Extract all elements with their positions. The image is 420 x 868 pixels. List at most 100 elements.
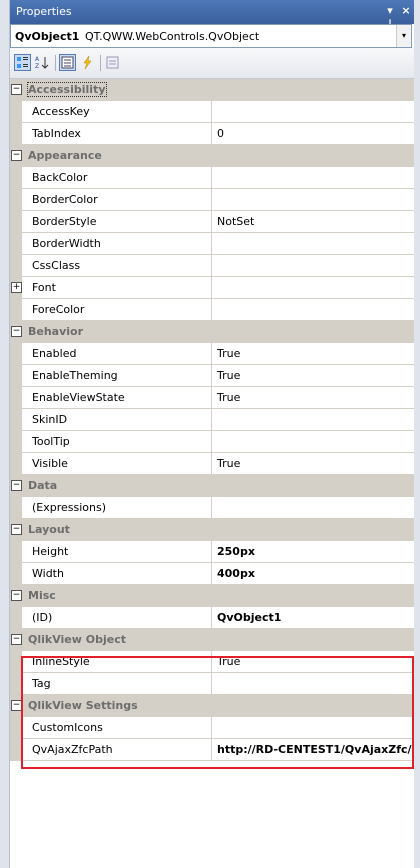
property-row[interactable]: EnableViewState True bbox=[10, 387, 414, 409]
property-row[interactable]: CssClass bbox=[10, 255, 414, 277]
title-bar: Properties ▾ ⊥ × bbox=[10, 0, 414, 30]
property-row[interactable]: ToolTip bbox=[10, 431, 414, 453]
property-value[interactable]: http://RD-CENTEST1/QvAjaxZfc/ bbox=[212, 739, 414, 761]
property-name: ToolTip bbox=[22, 431, 212, 453]
property-name: CustomIcons bbox=[22, 717, 212, 739]
toolbar-separator bbox=[100, 55, 101, 71]
collapse-icon[interactable]: − bbox=[11, 634, 22, 645]
category-label: Appearance bbox=[28, 149, 102, 162]
property-row[interactable]: (ID) QvObject1 bbox=[10, 607, 414, 629]
property-grid: − Accessibility AccessKey TabIndex 0 − Ap… bbox=[10, 79, 414, 761]
property-row[interactable]: Visible True bbox=[10, 453, 414, 475]
property-value[interactable] bbox=[212, 717, 414, 739]
property-row[interactable]: Width 400px bbox=[10, 563, 414, 585]
property-name: QvAjaxZfcPath bbox=[22, 739, 212, 761]
property-value[interactable]: True bbox=[212, 387, 414, 409]
category-behavior[interactable]: − Behavior bbox=[10, 321, 414, 343]
property-name: Enabled bbox=[22, 343, 212, 365]
property-row[interactable]: BorderStyle NotSet bbox=[10, 211, 414, 233]
property-name: BorderStyle bbox=[22, 211, 212, 233]
property-row[interactable]: Enabled True bbox=[10, 343, 414, 365]
expand-icon[interactable]: + bbox=[11, 282, 22, 293]
property-name: Width bbox=[22, 563, 212, 585]
property-value[interactable]: True bbox=[212, 343, 414, 365]
property-row[interactable]: Height 250px bbox=[10, 541, 414, 563]
property-value[interactable] bbox=[212, 673, 414, 695]
category-qlikview-object[interactable]: − QlikView Object bbox=[10, 629, 414, 651]
property-value[interactable] bbox=[212, 409, 414, 431]
svg-text:Z: Z bbox=[35, 63, 39, 70]
property-name: InlineStyle bbox=[22, 651, 212, 673]
left-frame bbox=[0, 0, 10, 868]
property-value[interactable]: True bbox=[212, 453, 414, 475]
events-icon[interactable] bbox=[79, 54, 96, 71]
category-label: Accessibility bbox=[27, 82, 107, 97]
collapse-icon[interactable]: − bbox=[11, 700, 22, 711]
category-label: Layout bbox=[28, 523, 70, 536]
property-row[interactable]: AccessKey bbox=[10, 101, 414, 123]
property-name: Font bbox=[22, 277, 212, 299]
svg-text:A: A bbox=[35, 56, 40, 63]
property-value[interactable] bbox=[212, 233, 414, 255]
property-value[interactable] bbox=[212, 255, 414, 277]
category-qlikview-settings[interactable]: − QlikView Settings bbox=[10, 695, 414, 717]
category-misc[interactable]: − Misc bbox=[10, 585, 414, 607]
property-value[interactable] bbox=[212, 431, 414, 453]
collapse-icon[interactable]: − bbox=[11, 590, 22, 601]
window-title: Properties bbox=[16, 5, 72, 18]
toolbar: AZ bbox=[10, 48, 414, 79]
property-pages-icon[interactable] bbox=[104, 54, 121, 71]
categorized-icon[interactable] bbox=[14, 54, 31, 71]
property-name: (ID) bbox=[22, 607, 212, 629]
property-value[interactable]: True bbox=[212, 651, 414, 673]
category-label: Behavior bbox=[28, 325, 84, 338]
properties-icon[interactable] bbox=[59, 54, 76, 71]
property-name: Height bbox=[22, 541, 212, 563]
property-row[interactable]: BorderColor bbox=[10, 189, 414, 211]
property-value[interactable] bbox=[212, 189, 414, 211]
category-label: Data bbox=[28, 479, 58, 492]
alphabetical-icon[interactable]: AZ bbox=[34, 54, 51, 71]
property-row[interactable]: CustomIcons bbox=[10, 717, 414, 739]
property-name: BorderWidth bbox=[22, 233, 212, 255]
category-layout[interactable]: − Layout bbox=[10, 519, 414, 541]
category-data[interactable]: − Data bbox=[10, 475, 414, 497]
chevron-down-icon[interactable]: ▾ bbox=[396, 25, 411, 47]
property-row[interactable]: SkinID bbox=[10, 409, 414, 431]
property-name: AccessKey bbox=[22, 101, 212, 123]
property-row-font[interactable]: + Font bbox=[10, 277, 414, 299]
collapse-icon[interactable]: − bbox=[11, 84, 22, 95]
property-value[interactable]: 250px bbox=[212, 541, 414, 563]
property-row[interactable]: BorderWidth bbox=[10, 233, 414, 255]
property-value[interactable] bbox=[212, 101, 414, 123]
collapse-icon[interactable]: − bbox=[11, 524, 22, 535]
property-value[interactable] bbox=[212, 497, 414, 519]
right-frame bbox=[414, 0, 420, 868]
property-row[interactable]: EnableTheming True bbox=[10, 365, 414, 387]
property-row[interactable]: BackColor bbox=[10, 167, 414, 189]
property-value[interactable]: True bbox=[212, 365, 414, 387]
object-type: QT.QWW.WebControls.QvObject bbox=[85, 30, 260, 43]
property-row[interactable]: (Expressions) bbox=[10, 497, 414, 519]
property-name: Visible bbox=[22, 453, 212, 475]
property-row[interactable]: Tag bbox=[10, 673, 414, 695]
property-row[interactable]: TabIndex 0 bbox=[10, 123, 414, 145]
property-value[interactable] bbox=[212, 299, 414, 321]
property-row[interactable]: QvAjaxZfcPath http://RD-CENTEST1/QvAjaxZf… bbox=[10, 739, 414, 761]
property-value[interactable]: 0 bbox=[212, 123, 414, 145]
category-appearance[interactable]: − Appearance bbox=[10, 145, 414, 167]
property-value[interactable]: QvObject1 bbox=[212, 607, 414, 629]
property-row[interactable]: ForeColor bbox=[10, 299, 414, 321]
collapse-icon[interactable]: − bbox=[11, 326, 22, 337]
property-name: (Expressions) bbox=[22, 497, 212, 519]
collapse-icon[interactable]: − bbox=[11, 150, 22, 161]
property-name: TabIndex bbox=[22, 123, 212, 145]
property-value[interactable] bbox=[212, 277, 414, 299]
property-value[interactable] bbox=[212, 167, 414, 189]
property-value[interactable]: 400px bbox=[212, 563, 414, 585]
collapse-icon[interactable]: − bbox=[11, 480, 22, 491]
property-row[interactable]: InlineStyle True bbox=[10, 651, 414, 673]
category-accessibility[interactable]: − Accessibility bbox=[10, 79, 414, 101]
property-value[interactable]: NotSet bbox=[212, 211, 414, 233]
object-selector[interactable]: QvObject1 QT.QWW.WebControls.QvObject ▾ bbox=[10, 24, 412, 48]
